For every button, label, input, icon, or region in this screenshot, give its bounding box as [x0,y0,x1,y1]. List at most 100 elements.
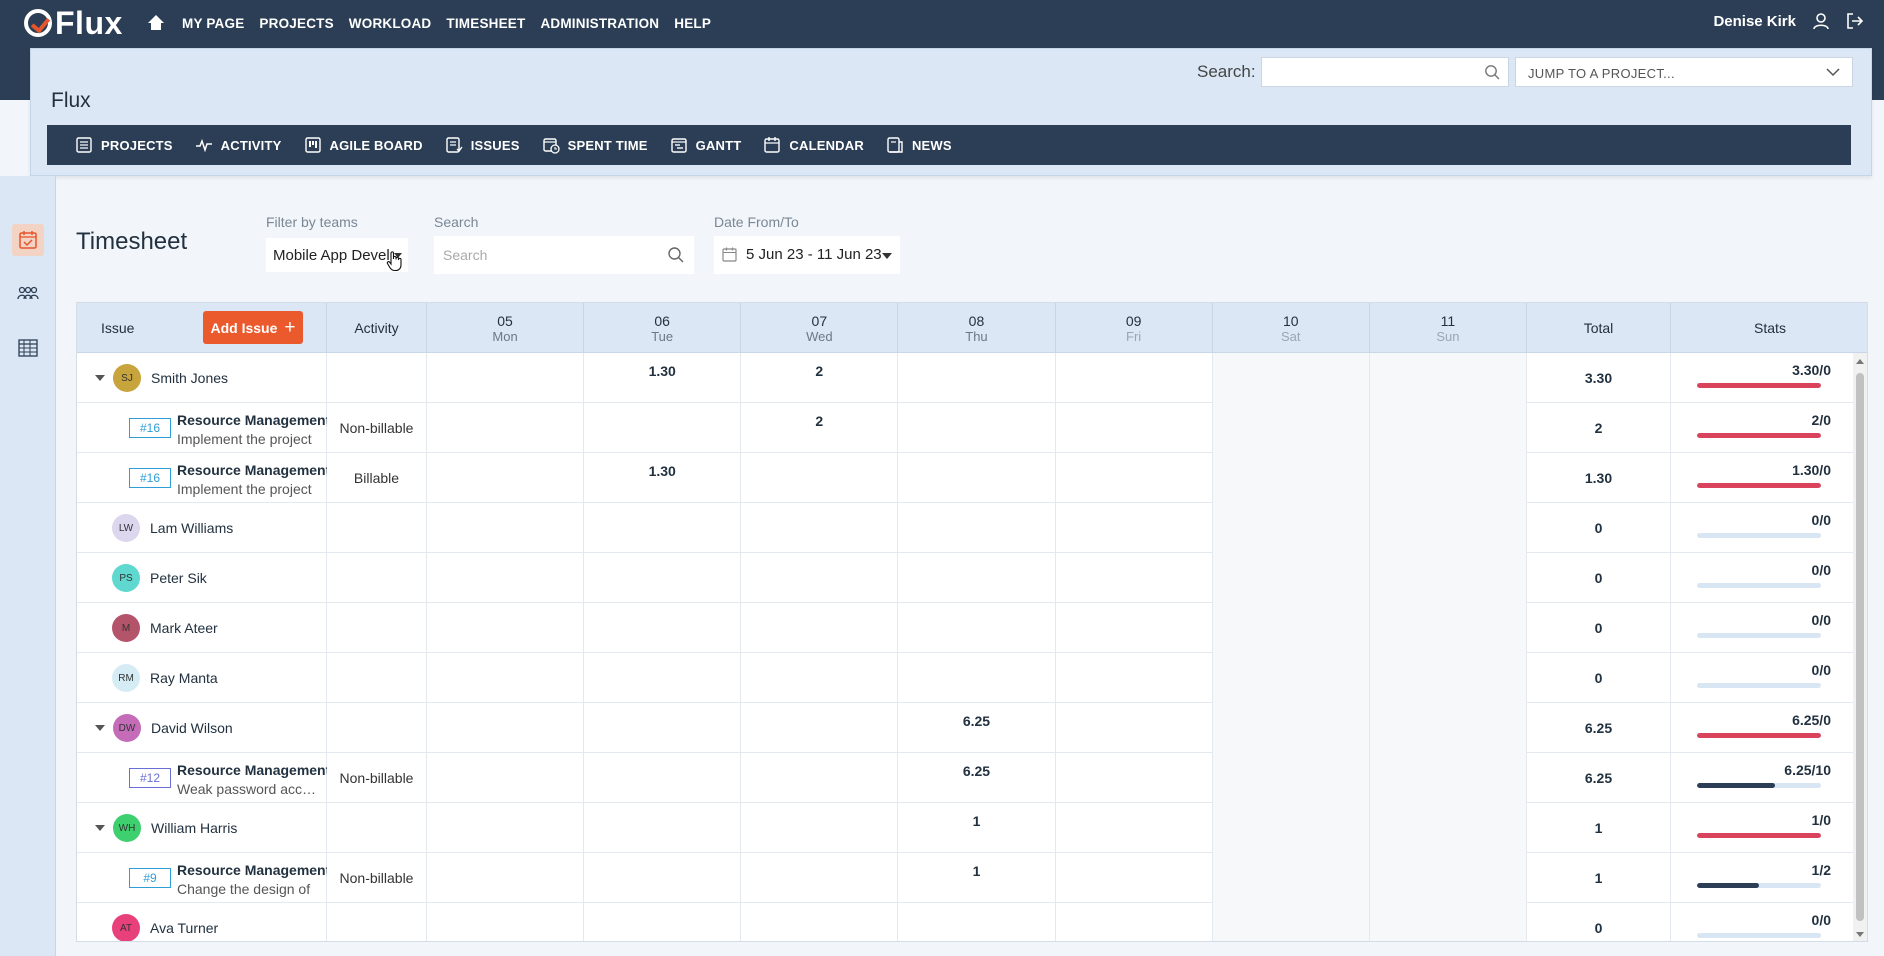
day-hours-cell[interactable] [741,653,899,703]
sidebar-teams[interactable] [12,278,44,310]
issue-project-name[interactable]: Resource Management [177,862,327,878]
scroll-down-arrow-icon[interactable] [1856,932,1864,937]
search-icon[interactable] [1484,64,1500,80]
day-hours-cell[interactable] [741,553,899,603]
day-hours-cell[interactable] [427,803,585,853]
day-hours-cell[interactable]: 1 [898,803,1056,853]
nav-help[interactable]: HELP [674,16,711,31]
day-hours-cell[interactable] [1212,403,1370,453]
scroll-up-arrow-icon[interactable] [1856,359,1864,364]
day-hours-cell[interactable]: 1.30 [584,353,742,403]
collapse-triangle-icon[interactable] [95,725,105,731]
day-hours-cell[interactable] [741,603,899,653]
day-hours-cell[interactable] [741,453,899,503]
day-hours-cell[interactable] [427,353,585,403]
day-hours-cell[interactable] [898,603,1056,653]
nav-administration[interactable]: ADMINISTRATION [540,16,659,31]
issue-subject[interactable]: Change the design of [177,881,322,897]
module-agile-board[interactable]: AGILE BOARD [304,136,423,154]
day-hours-cell[interactable] [898,553,1056,603]
day-hours-cell[interactable] [584,403,742,453]
issue-project-name[interactable]: Resource Management [177,412,327,428]
day-hours-cell[interactable] [898,653,1056,703]
collapse-triangle-icon[interactable] [95,375,105,381]
day-hours-cell[interactable] [1212,853,1370,903]
day-hours-cell[interactable]: 6.25 [898,703,1056,753]
issue-id-badge[interactable]: #16 [129,468,171,488]
add-issue-button[interactable]: Add Issue + [203,311,303,344]
day-hours-cell[interactable] [1056,803,1213,853]
person-name[interactable]: Peter Sik [150,570,207,586]
day-hours-cell[interactable] [584,503,742,553]
day-hours-cell[interactable] [1369,453,1527,503]
module-calendar[interactable]: CALENDAR [763,136,864,154]
nav-timesheet[interactable]: TIMESHEET [446,16,525,31]
issue-project-name[interactable]: Resource Management [177,762,327,778]
nav-workload[interactable]: WORKLOAD [349,16,432,31]
day-hours-cell[interactable] [741,703,899,753]
day-hours-cell[interactable] [1369,803,1527,853]
day-hours-cell[interactable] [1212,753,1370,803]
day-hours-cell[interactable] [1056,653,1213,703]
day-hours-cell[interactable] [584,653,742,703]
module-issues[interactable]: ISSUES [445,136,520,154]
user-name[interactable]: Denise Kirk [1713,13,1796,30]
day-hours-cell[interactable] [1212,453,1370,503]
issue-id-badge[interactable]: #16 [129,418,171,438]
day-hours-cell[interactable] [1056,453,1213,503]
day-hours-cell[interactable] [1369,703,1527,753]
day-hours-cell[interactable] [1212,803,1370,853]
collapse-triangle-icon[interactable] [95,825,105,831]
day-hours-cell[interactable] [1369,403,1527,453]
module-projects[interactable]: PROJECTS [75,136,173,154]
day-hours-cell[interactable] [741,753,899,803]
issue-project-name[interactable]: Resource Management [177,462,327,478]
person-name[interactable]: Ava Turner [150,920,218,936]
day-hours-cell[interactable] [1212,703,1370,753]
day-hours-cell[interactable] [427,903,585,941]
day-hours-cell[interactable] [584,703,742,753]
day-hours-cell[interactable] [741,903,899,941]
day-hours-cell[interactable] [898,503,1056,553]
day-hours-cell[interactable] [427,403,585,453]
day-hours-cell[interactable] [1212,603,1370,653]
day-hours-cell[interactable] [741,503,899,553]
user-icon[interactable] [1812,12,1830,30]
day-hours-cell[interactable] [427,853,585,903]
day-hours-cell[interactable] [584,603,742,653]
day-hours-cell[interactable] [741,853,899,903]
day-hours-cell[interactable] [427,653,585,703]
day-hours-cell[interactable] [1212,553,1370,603]
nav-projects[interactable]: PROJECTS [259,16,333,31]
day-hours-cell[interactable]: 6.25 [898,753,1056,803]
logout-icon[interactable] [1846,12,1864,30]
day-hours-cell[interactable] [898,453,1056,503]
person-name[interactable]: Lam Williams [150,520,233,536]
day-hours-cell[interactable] [898,903,1056,941]
issue-subject[interactable]: Implement the project [177,431,322,447]
person-name[interactable]: William Harris [151,820,237,836]
day-hours-cell[interactable] [1056,703,1213,753]
day-hours-cell[interactable] [1056,403,1213,453]
person-name[interactable]: Ray Manta [150,670,218,686]
day-hours-cell[interactable] [1056,853,1213,903]
day-hours-cell[interactable] [1056,553,1213,603]
day-hours-cell[interactable] [741,803,899,853]
day-hours-cell[interactable] [427,703,585,753]
module-activity[interactable]: ACTIVITY [195,136,282,154]
day-hours-cell[interactable]: 1.30 [584,453,742,503]
day-hours-cell[interactable] [584,853,742,903]
day-hours-cell[interactable] [1369,503,1527,553]
day-hours-cell[interactable] [1212,653,1370,703]
issue-id-badge[interactable]: #9 [129,868,171,888]
day-hours-cell[interactable] [1056,353,1213,403]
day-hours-cell[interactable]: 2 [741,353,899,403]
day-hours-cell[interactable] [898,403,1056,453]
day-hours-cell[interactable] [584,903,742,941]
person-name[interactable]: David Wilson [151,720,233,736]
scroll-thumb[interactable] [1856,373,1864,921]
person-name[interactable]: Smith Jones [151,370,228,386]
day-hours-cell[interactable] [427,603,585,653]
day-hours-cell[interactable] [1212,903,1370,941]
app-logo[interactable]: Flux [24,5,123,41]
